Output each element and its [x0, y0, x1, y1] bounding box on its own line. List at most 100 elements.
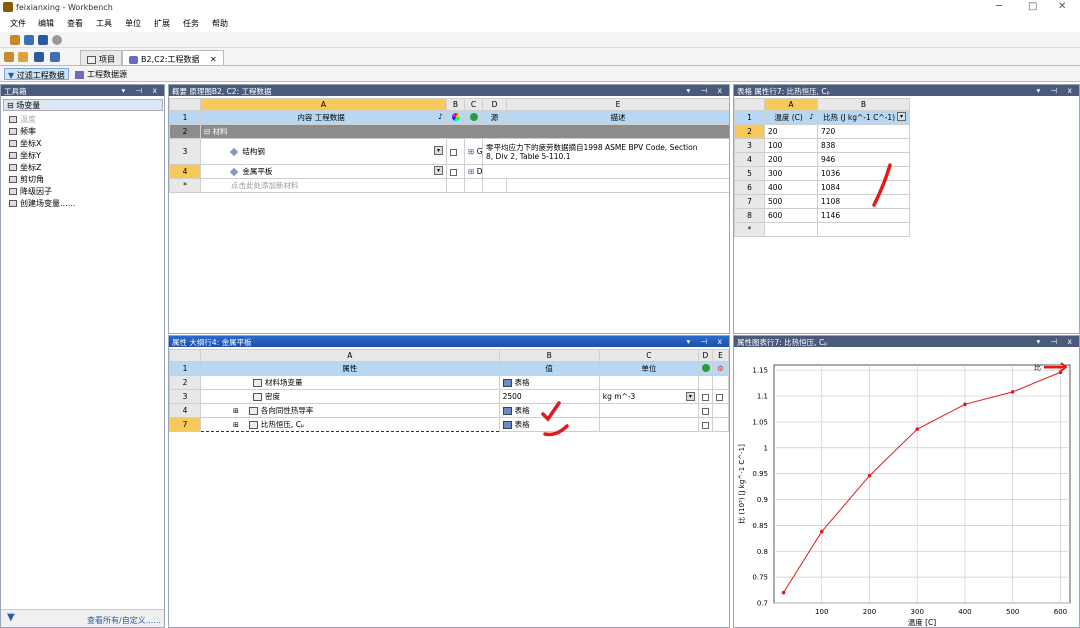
- property-row[interactable]: 材料场变量: [200, 375, 500, 390]
- dropdown-icon[interactable]: ▾: [434, 146, 443, 155]
- col-header[interactable]: A: [200, 349, 500, 362]
- col-header[interactable]: B: [446, 98, 465, 111]
- tab-project[interactable]: 项目: [80, 50, 122, 65]
- col-header[interactable]: C: [598, 349, 699, 362]
- checkbox-cell[interactable]: [697, 389, 713, 404]
- temp-cell[interactable]: 500: [764, 194, 818, 209]
- temp-cell[interactable]: 200: [764, 152, 818, 167]
- dropdown-icon[interactable]: ▾: [685, 392, 695, 401]
- value-cell[interactable]: 表格: [498, 375, 600, 390]
- temp-cell[interactable]: 300: [764, 166, 818, 181]
- checkbox[interactable]: [701, 421, 709, 429]
- sort-icon[interactable]: ♪: [809, 112, 814, 121]
- col-header[interactable]: E: [711, 349, 729, 362]
- menu-view[interactable]: 查看: [67, 18, 83, 29]
- filter-engdata-button[interactable]: ▼ 过滤工程数据: [4, 68, 69, 80]
- menu-units[interactable]: 单位: [125, 18, 141, 29]
- cp-cell[interactable]: [817, 222, 910, 237]
- tool-item-frequency[interactable]: 频率: [9, 126, 36, 138]
- tool-item-shear-angle[interactable]: 剪切角: [9, 174, 44, 186]
- corner-cell: [169, 349, 202, 362]
- tool-item-coord-y[interactable]: 坐标Y: [9, 150, 41, 162]
- maximize-button[interactable]: □: [1028, 1, 1037, 12]
- sort-icon[interactable]: ♪: [438, 112, 443, 121]
- col-header[interactable]: D: [482, 98, 507, 111]
- add-material-cell[interactable]: 点击此处添加新材料: [200, 178, 447, 193]
- x-tick-label: 500: [1006, 608, 1019, 616]
- panel-controls[interactable]: ▾ ⊣ x: [1036, 86, 1076, 95]
- tool-item-coord-z[interactable]: 坐标Z: [9, 162, 41, 174]
- cp-cell[interactable]: 838: [817, 138, 910, 153]
- checkbox-cell[interactable]: [446, 164, 465, 179]
- expand-icon[interactable]: ⊞: [233, 407, 239, 415]
- tool-item-create-field[interactable]: 创建场变量......: [9, 198, 75, 210]
- temp-cell[interactable]: 100: [764, 138, 818, 153]
- toolbox-group-header[interactable]: ⊟ 场变量: [3, 99, 163, 111]
- y-tick-label: 1: [764, 444, 768, 452]
- tab-engineering-data[interactable]: B2,C2:工程数据 ✕: [122, 50, 224, 65]
- col-header[interactable]: E: [506, 98, 729, 111]
- panel-controls[interactable]: ▾ ⊣ x: [686, 86, 726, 95]
- refresh-icon[interactable]: [52, 35, 62, 45]
- checkbox-cell[interactable]: [697, 417, 713, 432]
- close-window-button[interactable]: ✕: [1058, 1, 1066, 12]
- dropdown-icon[interactable]: ▾: [434, 166, 443, 175]
- col-header[interactable]: B: [817, 98, 910, 111]
- save-project-icon[interactable]: [34, 52, 44, 62]
- view-all-link[interactable]: 查看所有/自定义......: [87, 615, 161, 626]
- expand-icon[interactable]: ⊞: [233, 421, 239, 429]
- temp-cell[interactable]: 400: [764, 180, 818, 195]
- property-row[interactable]: ⊞ 比热恒压, Cₚ: [200, 417, 500, 432]
- material-group[interactable]: ⊟ 材料: [200, 124, 729, 139]
- menu-tools[interactable]: 工具: [96, 18, 112, 29]
- minimize-button[interactable]: ─: [996, 1, 1002, 12]
- new-icon[interactable]: [10, 35, 20, 45]
- checkbox[interactable]: [701, 393, 709, 401]
- tool-item-degradation[interactable]: 降级因子: [9, 186, 52, 198]
- engdata-sources-button[interactable]: 工程数据源: [72, 68, 130, 80]
- checkbox-cell[interactable]: [697, 403, 713, 418]
- checkbox[interactable]: [701, 407, 709, 415]
- col-header[interactable]: B: [498, 349, 600, 362]
- menu-help[interactable]: 帮助: [212, 18, 228, 29]
- temp-cell[interactable]: 20: [764, 124, 818, 139]
- panel-controls[interactable]: ▾ ⊣ x: [1036, 337, 1076, 346]
- saveas-icon[interactable]: [50, 52, 60, 62]
- menu-extensions[interactable]: 扩展: [154, 18, 170, 29]
- checkbox[interactable]: [715, 393, 723, 401]
- checkbox-cell[interactable]: [711, 389, 729, 404]
- temp-cell[interactable]: [764, 222, 818, 237]
- menu-jobs[interactable]: 任务: [183, 18, 199, 29]
- panel-controls[interactable]: ▾ ⊣ x: [686, 337, 726, 346]
- unit-cell[interactable]: kg m^-3 ▾: [598, 389, 699, 404]
- col-header[interactable]: A: [200, 98, 447, 111]
- checkbox-cell[interactable]: [446, 138, 465, 165]
- menu-edit[interactable]: 编辑: [38, 18, 54, 29]
- property-row[interactable]: 密度: [200, 389, 500, 404]
- menu-file[interactable]: 文件: [10, 18, 26, 29]
- filter-icon[interactable]: ▼: [7, 612, 15, 623]
- open-project-icon[interactable]: [18, 52, 28, 62]
- col-header[interactable]: C: [464, 98, 483, 111]
- desc-cell: [482, 164, 729, 179]
- material-row-plate[interactable]: 金属平板 ▾: [200, 164, 447, 179]
- checkbox[interactable]: [450, 168, 457, 176]
- x-tick-label: 400: [958, 608, 971, 616]
- panel-controls[interactable]: ▾ ⊣ x: [121, 86, 161, 95]
- checkbox[interactable]: [450, 148, 457, 156]
- dropdown-icon[interactable]: ▾: [897, 112, 906, 121]
- col-header[interactable]: D: [697, 349, 713, 362]
- tool-item-coord-x[interactable]: 坐标X: [9, 138, 41, 150]
- cp-cell[interactable]: 720: [817, 124, 910, 139]
- col-header[interactable]: A: [764, 98, 818, 111]
- row-number: 4: [734, 152, 765, 167]
- new-project-icon[interactable]: [4, 52, 14, 62]
- property-row[interactable]: ⊞ 各向同性热导率: [200, 403, 500, 418]
- temp-cell[interactable]: 600: [764, 208, 818, 223]
- tool-item-temperature[interactable]: 温度: [9, 114, 36, 126]
- save-icon[interactable]: [38, 35, 48, 45]
- row-number: 1: [734, 110, 765, 125]
- open-icon[interactable]: [24, 35, 34, 45]
- close-tab-icon[interactable]: ✕: [210, 55, 217, 64]
- material-row-steel[interactable]: 结构钢 ▾: [200, 138, 447, 165]
